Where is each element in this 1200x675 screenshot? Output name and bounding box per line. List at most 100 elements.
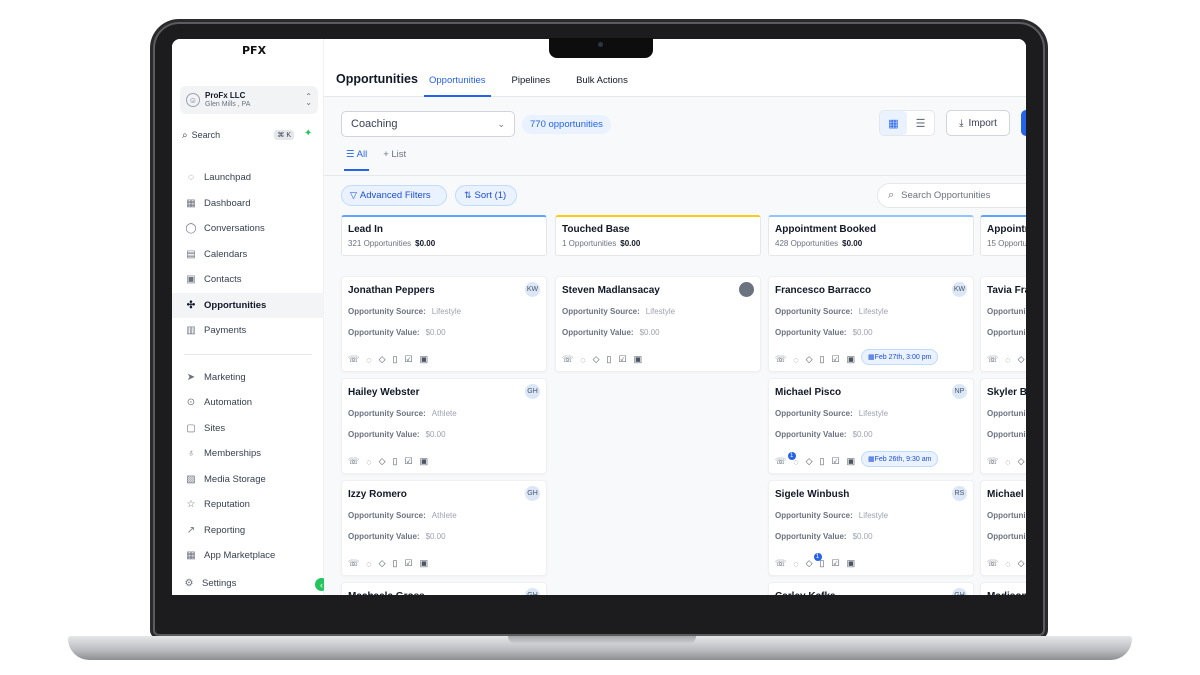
phone-icon[interactable]: ☏ (775, 456, 786, 467)
note-icon[interactable]: ▯ (607, 354, 612, 365)
sms-icon[interactable]: ◌ (793, 355, 798, 365)
sms-icon[interactable]: ◌ (793, 559, 798, 569)
appointment-icon[interactable]: ▣ (634, 354, 643, 365)
brand-logo[interactable]: PFX (242, 45, 266, 73)
task-icon[interactable]: ☑ (405, 558, 413, 569)
tab-bulk-actions[interactable]: Bulk Actions (571, 75, 633, 97)
opportunity-card[interactable]: Francesco Barracco KW Opportunity Source: L… (768, 276, 974, 372)
sidebar-item-sites[interactable]: ▢ Sites (172, 416, 324, 442)
phone-icon[interactable]: ☏ (987, 456, 998, 467)
opportunity-card[interactable]: Steven Madlansacay Opportunity Source: Lif… (555, 276, 761, 372)
phone-icon[interactable]: ☏ (348, 558, 359, 569)
phone-icon[interactable]: ☏ (562, 354, 573, 365)
sidebar-item-settings[interactable]: ⚙ Settings (172, 573, 324, 593)
assignee-avatar[interactable]: GH (525, 486, 540, 501)
tab-opportunities[interactable]: Opportunities (424, 75, 491, 97)
tag-icon[interactable]: ◇ (806, 456, 813, 467)
sms-icon[interactable]: ◌ (366, 355, 371, 365)
tag-icon[interactable]: ◇ (806, 558, 813, 569)
tab-pipelines[interactable]: Pipelines (507, 75, 556, 97)
contact-name[interactable]: Steven Madlansacay (562, 285, 660, 296)
opportunity-card[interactable]: Tavia Fra Opportuni Opportuni ☏ ◌ ◇ (980, 276, 1026, 372)
task-icon[interactable]: ☑ (619, 354, 627, 365)
appointment-icon[interactable]: ▣ (420, 558, 429, 569)
sidebar-item-payments[interactable]: ▥ Payments (172, 318, 324, 344)
sms-icon[interactable]: ◌ (366, 457, 371, 467)
task-icon[interactable]: ☑ (832, 456, 840, 467)
sms-icon[interactable]: ◌ (1005, 559, 1010, 569)
tag-icon[interactable]: ◇ (379, 456, 386, 467)
note-icon[interactable]: ▯ 1 (813, 553, 825, 569)
assignee-avatar[interactable]: RS (952, 486, 967, 501)
appointment-icon[interactable]: ▣ (847, 354, 856, 365)
add-opportunity-button[interactable] (1021, 110, 1026, 136)
search-opportunities-input[interactable]: ⌕ Search Opportunities (877, 183, 1026, 208)
contact-name[interactable]: Skyler Br (987, 387, 1026, 398)
ai-sparkle-icon[interactable]: ✦ (304, 128, 312, 139)
phone-icon[interactable]: ☏ (348, 456, 359, 467)
subtab-add-list[interactable]: + List (383, 149, 406, 171)
sidebar-item-marketing[interactable]: ➤ Marketing (172, 365, 324, 391)
sort-button[interactable]: ⇅ Sort (1) (455, 185, 517, 206)
contact-name[interactable]: Carley Kafka (775, 591, 836, 595)
assignee-avatar[interactable]: GH (525, 588, 540, 595)
phone-icon[interactable]: ☏ (775, 558, 786, 569)
sidebar-item-dashboard[interactable]: ▦ Dashboard (172, 191, 324, 217)
sidebar-item-contacts[interactable]: ▣ Contacts (172, 267, 324, 293)
sidebar-item-conversations[interactable]: ◯ Conversations (172, 216, 324, 242)
contact-name[interactable]: Michael F (987, 489, 1026, 500)
tag-icon[interactable]: ◇ (1018, 354, 1025, 365)
sms-icon[interactable]: ◌ (580, 355, 585, 365)
appointment-badge[interactable]: ▦ Feb 27th, 3:00 pm (861, 349, 939, 365)
sidebar-item-reputation[interactable]: ☆ Reputation (172, 492, 324, 518)
contact-name[interactable]: Michael Pisco (775, 387, 841, 398)
subtab-all[interactable]: ☰ All (344, 149, 370, 171)
tag-icon[interactable]: ◇ (593, 354, 600, 365)
opportunity-card[interactable]: Jonathan Peppers KW Opportunity Source: Lif… (341, 276, 547, 372)
phone-icon[interactable]: ☏ (987, 558, 998, 569)
sidebar-item-media-storage[interactable]: ▨ Media Storage (172, 467, 324, 493)
opportunity-card[interactable]: Izzy Romero GH Opportunity Source: Athlete O… (341, 480, 547, 576)
opportunity-card[interactable]: MadisonOpportuniOpportuni☏◌◇ (980, 582, 1026, 595)
task-icon[interactable]: ☑ (832, 558, 840, 569)
sidebar-search[interactable]: ⌕ Search ⌘ K (180, 126, 294, 144)
opportunity-card[interactable]: Skyler Br Opportuni Opportuni ☏ ◌ ◇ (980, 378, 1026, 474)
contact-name[interactable]: Machaela Gross (348, 591, 425, 595)
tag-icon[interactable]: ◇ (1018, 456, 1025, 467)
opportunity-card[interactable]: Michael F Opportuni Opportuni ☏ ◌ ◇ (980, 480, 1026, 576)
assignee-avatar[interactable]: GH (525, 384, 540, 399)
sidebar-item-calendars[interactable]: ▤ Calendars (172, 242, 324, 268)
contact-name[interactable]: Jonathan Peppers (348, 285, 435, 296)
appointment-icon[interactable]: ▣ (847, 456, 856, 467)
appointment-icon[interactable]: ▣ (420, 456, 429, 467)
opportunity-card[interactable]: Michael Pisco NP Opportunity Source: Lifest… (768, 378, 974, 474)
account-switcher[interactable]: ☺ ProFx LLC Glen Mills , PA ⌃ ⌄ (180, 86, 318, 114)
note-icon[interactable]: ▯ (393, 558, 398, 569)
list-view-icon[interactable]: ☰ (907, 111, 934, 135)
opportunity-card[interactable]: Hailey Webster GH Opportunity Source: Athle… (341, 378, 547, 474)
task-icon[interactable]: ☑ (832, 354, 840, 365)
tag-icon[interactable]: ◇ (1018, 558, 1025, 569)
opportunity-card[interactable]: Carley Kafka GH (768, 582, 974, 595)
sidebar-item-reporting[interactable]: ↗ Reporting (172, 518, 324, 544)
contact-name[interactable]: Hailey Webster (348, 387, 420, 398)
tag-icon[interactable]: ◇ (379, 354, 386, 365)
sidebar-item-launchpad[interactable]: ◌ Launchpad (172, 165, 324, 191)
import-button[interactable]: ⤓ Import (946, 110, 1010, 136)
grid-view-icon[interactable]: ▦ (880, 111, 907, 135)
contact-name[interactable]: Izzy Romero (348, 489, 407, 500)
assignee-avatar[interactable]: NP (952, 384, 967, 399)
contact-name[interactable]: Sigele Winbush (775, 489, 849, 500)
pipeline-select[interactable]: Coaching ⌄ (341, 111, 515, 137)
opportunity-card[interactable]: Machaela Gross GH (341, 582, 547, 595)
sms-icon[interactable]: ◌ 1 (787, 451, 799, 467)
advanced-filters-button[interactable]: ▽ Advanced Filters (341, 185, 447, 206)
contact-name[interactable]: Tavia Fra (987, 285, 1026, 296)
sidebar-item-automation[interactable]: ⊙ Automation (172, 390, 324, 416)
assignee-avatar[interactable] (739, 282, 754, 297)
sms-icon[interactable]: ◌ (1005, 457, 1010, 467)
contact-name[interactable]: Madison (987, 591, 1026, 595)
sidebar-item-memberships[interactable]: ♁ Memberships (172, 441, 324, 467)
assignee-avatar[interactable]: KW (952, 282, 967, 297)
phone-icon[interactable]: ☏ (775, 354, 786, 365)
